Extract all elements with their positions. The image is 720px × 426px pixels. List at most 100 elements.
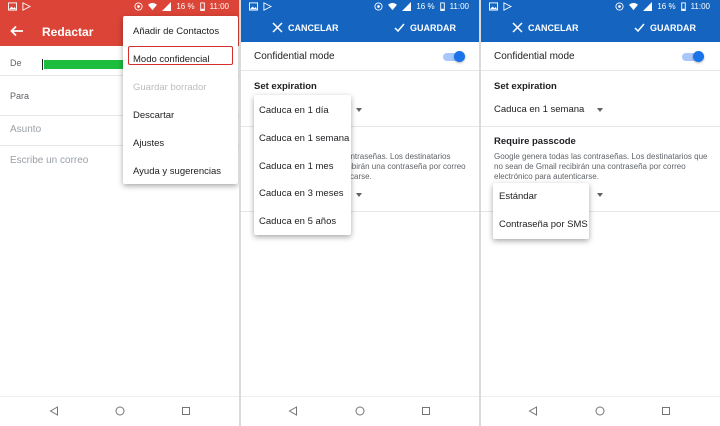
system-nav-bar xyxy=(0,396,239,426)
passcode-desc-line-2: cibirán una contraseña por correo xyxy=(346,162,466,171)
passcode-title: Require passcode xyxy=(494,136,576,147)
nav-back-icon[interactable] xyxy=(288,406,298,416)
wifi-icon xyxy=(388,2,398,11)
from-label: De xyxy=(10,58,22,68)
save-label: GUARDAR xyxy=(410,22,456,33)
system-nav-bar xyxy=(241,396,479,426)
signal-icon xyxy=(162,2,172,11)
menu-item-confidential-mode[interactable]: Modo confidencial xyxy=(133,54,210,65)
close-icon xyxy=(512,22,523,33)
compose-title: Redactar xyxy=(42,25,94,39)
clock: 11:00 xyxy=(690,2,710,11)
passcode-desc-line-1: ontraseñas. Los destinatarios xyxy=(346,152,451,161)
nav-back-icon[interactable] xyxy=(49,406,59,416)
battery-icon xyxy=(199,2,205,11)
cancel-label: CANCELAR xyxy=(528,22,579,33)
battery-percent: 16 % xyxy=(416,2,435,11)
cancel-button[interactable]: CANCELAR xyxy=(512,22,579,33)
expiration-option[interactable]: Caduca en 1 día xyxy=(259,105,329,116)
section-divider xyxy=(481,126,720,127)
expiration-select[interactable]: Caduca en 1 semana xyxy=(494,104,584,115)
confidential-mode-toggle[interactable] xyxy=(682,51,704,62)
passcode-dropdown-menu: Estándar Contraseña por SMS xyxy=(493,183,589,239)
expiration-option[interactable]: Caduca en 5 años xyxy=(259,216,336,227)
expiration-option[interactable]: Caduca en 1 semana xyxy=(259,133,349,144)
to-label: Para xyxy=(10,91,30,101)
confidential-expiration-screen: 16 % 11:00 CANCELAR GUARDAR Confidential… xyxy=(241,0,479,426)
close-icon xyxy=(272,22,283,33)
passcode-desc-partial: ontraseñas. Los destinatarios cibirán un… xyxy=(346,152,476,182)
wifi-icon xyxy=(629,2,639,11)
subject-placeholder: Asunto xyxy=(10,124,42,135)
cancel-button[interactable]: CANCELAR xyxy=(272,22,339,33)
data-saver-icon xyxy=(374,2,383,11)
image-notification-icon xyxy=(249,2,258,11)
nav-recents-icon[interactable] xyxy=(421,406,431,416)
expiration-title: Set expiration xyxy=(494,81,557,92)
menu-item-save-draft: Guardar borrador xyxy=(133,82,207,93)
text-cursor xyxy=(42,59,43,70)
image-notification-icon xyxy=(489,2,498,11)
expiration-dropdown-caret[interactable] xyxy=(597,108,603,112)
passcode-dropdown-caret[interactable] xyxy=(597,193,603,197)
battery-percent: 16 % xyxy=(657,2,676,11)
toggle-knob xyxy=(454,51,465,62)
expiration-title: Set expiration xyxy=(254,81,317,92)
confidential-mode-toggle[interactable] xyxy=(443,51,465,62)
nav-back-icon[interactable] xyxy=(528,406,538,416)
confidential-mode-row: Confidential mode xyxy=(481,42,720,71)
clock: 11:00 xyxy=(209,2,229,11)
menu-item-discard[interactable]: Descartar xyxy=(133,110,174,121)
nav-home-icon[interactable] xyxy=(115,406,125,416)
expiration-option[interactable]: Caduca en 1 mes xyxy=(259,161,333,172)
save-label: GUARDAR xyxy=(650,22,696,33)
check-icon xyxy=(394,23,405,33)
confidential-mode-label: Confidential mode xyxy=(254,51,335,62)
back-arrow-icon[interactable] xyxy=(10,24,24,38)
status-bar: 16 % 11:00 xyxy=(0,0,239,15)
passcode-option-sms[interactable]: Contraseña por SMS xyxy=(499,219,588,230)
nav-recents-icon[interactable] xyxy=(661,406,671,416)
passcode-description: Google genera todas las contraseñas. Los… xyxy=(494,152,708,181)
compose-screen: 16 % 11:00 Redactar De Para Asunto Escri… xyxy=(0,0,239,426)
signal-icon xyxy=(643,2,653,11)
battery-icon xyxy=(680,2,686,11)
menu-item-help[interactable]: Ayuda y sugerencias xyxy=(133,166,221,177)
passcode-dropdown-caret[interactable] xyxy=(356,193,362,197)
save-button[interactable]: GUARDAR xyxy=(394,22,456,33)
toggle-knob xyxy=(693,51,704,62)
check-icon xyxy=(634,23,645,33)
image-notification-icon xyxy=(8,2,17,11)
expiration-option[interactable]: Caduca en 3 meses xyxy=(259,188,344,199)
expiration-dropdown-menu: Caduca en 1 día Caduca en 1 semana Caduc… xyxy=(254,95,351,235)
expiration-dropdown-caret[interactable] xyxy=(356,108,362,112)
body-placeholder: Escribe un correo xyxy=(10,155,89,166)
nav-home-icon[interactable] xyxy=(595,406,605,416)
clock: 11:00 xyxy=(449,2,469,11)
nav-home-icon[interactable] xyxy=(355,406,365,416)
from-address-redacted xyxy=(44,60,134,69)
nav-recents-icon[interactable] xyxy=(181,406,191,416)
confidential-passcode-screen: 16 % 11:00 CANCELAR GUARDAR Confidential… xyxy=(481,0,720,426)
status-bar: 16 % 11:00 xyxy=(241,0,479,15)
battery-percent: 16 % xyxy=(176,2,195,11)
data-saver-icon xyxy=(615,2,624,11)
menu-item-add-contacts[interactable]: Añadir de Contactos xyxy=(133,26,219,37)
battery-icon xyxy=(439,2,445,11)
wifi-icon xyxy=(148,2,158,11)
passcode-desc-line-3: ticarse. xyxy=(346,172,372,181)
play-store-notification-icon xyxy=(503,2,512,11)
play-store-notification-icon xyxy=(263,2,272,11)
system-nav-bar xyxy=(481,396,720,426)
passcode-option-standard[interactable]: Estándar xyxy=(499,191,537,202)
signal-icon xyxy=(402,2,412,11)
status-bar: 16 % 11:00 xyxy=(481,0,720,15)
save-button[interactable]: GUARDAR xyxy=(634,22,696,33)
cancel-label: CANCELAR xyxy=(288,22,339,33)
data-saver-icon xyxy=(134,2,143,11)
screens: 16 % 11:00 Redactar De Para Asunto Escri… xyxy=(0,0,720,426)
confidential-mode-label: Confidential mode xyxy=(494,51,575,62)
play-store-notification-icon xyxy=(22,2,31,11)
menu-item-settings[interactable]: Ajustes xyxy=(133,138,164,149)
confidential-mode-row: Confidential mode xyxy=(241,42,479,71)
